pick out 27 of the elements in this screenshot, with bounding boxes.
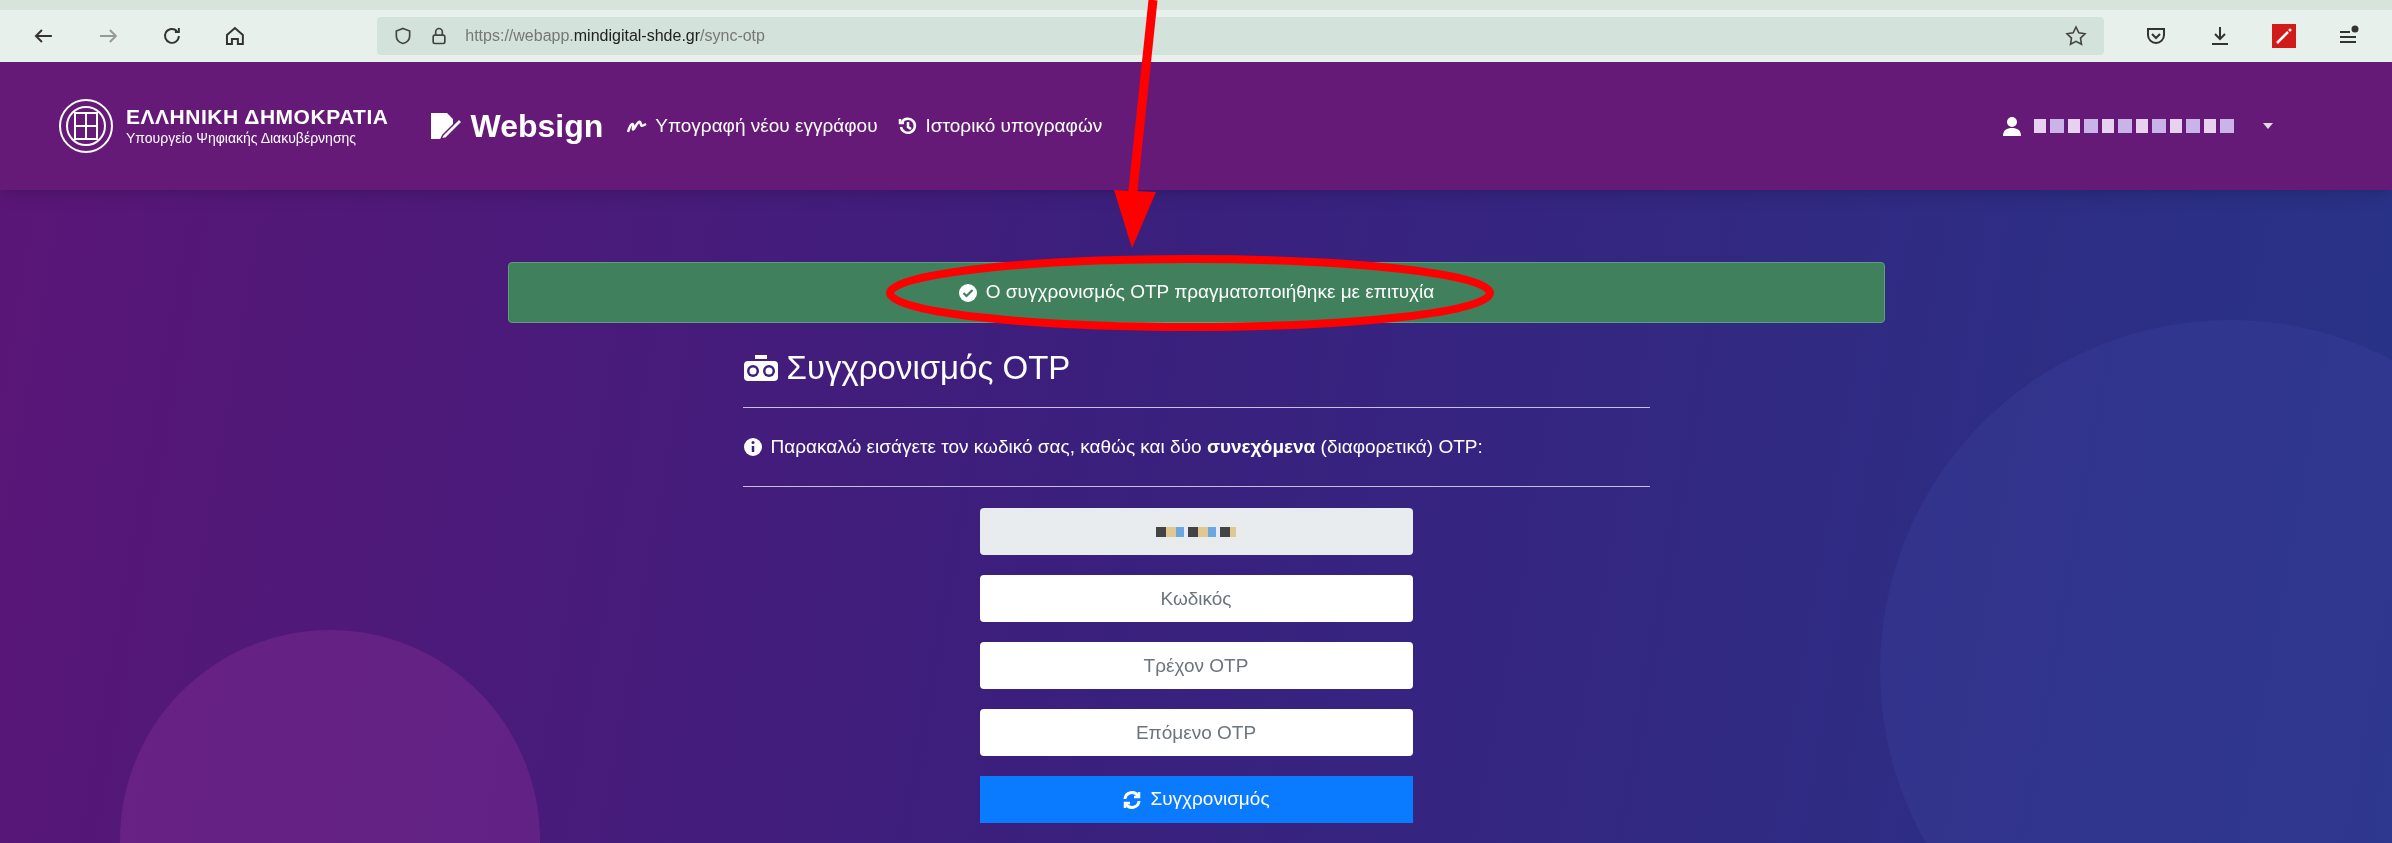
info-text: Παρακαλώ εισάγετε τον κωδικό σας, καθώς και δύο συνεχόμενα (διαφορετικά) OTP:: [770, 434, 1483, 459]
input-field[interactable]: Κωδικός: [979, 575, 1413, 622]
refresh-icon: [1122, 789, 1143, 810]
history-icon: [897, 116, 918, 136]
input-field[interactable]: Τρέχον OTP: [979, 642, 1413, 689]
sync-button[interactable]: Συγχρονισμός: [979, 776, 1413, 823]
url-text: https://webapp.mindigital-shde.gr/sync-otp: [465, 26, 765, 46]
brand-link[interactable]: Websign: [428, 102, 604, 150]
org-title: ΕΛΛΗΝΙΚΗ ΔΗΜΟΚΡΑΤΙΑ: [126, 104, 389, 131]
user-menu[interactable]: [2002, 116, 2274, 136]
squiggle-icon: [627, 118, 648, 134]
alert-message: Ο συγχρονισμός OTP πραγματοποιήθηκε με επιτυχία: [985, 280, 1435, 305]
org-subtitle: Υπουργείο Ψηφιακής Διακυβέρνησης: [126, 130, 358, 148]
check-circle-icon: [957, 282, 978, 303]
nav-link[interactable]: Υπογραφή νέου εγγράφου: [627, 111, 878, 141]
star-icon[interactable]: [2064, 24, 2088, 48]
shield-icon: [393, 26, 414, 46]
wand-icon[interactable]: [2272, 24, 2296, 48]
user-icon: [2002, 116, 2022, 136]
emblem-icon: [58, 98, 114, 154]
input-field[interactable]: Επόμενο OTP: [979, 709, 1413, 756]
address-bar[interactable]: https://webapp.mindigital-shde.gr/sync-otp: [377, 17, 2104, 55]
otp-device-icon: [742, 353, 779, 382]
nav-link[interactable]: Ιστορικό υπογραφών: [897, 111, 1103, 141]
info-icon: [742, 436, 763, 457]
signature-pen-icon: [428, 111, 463, 141]
form-title: Συγχρονισμός OTP: [786, 348, 1071, 388]
